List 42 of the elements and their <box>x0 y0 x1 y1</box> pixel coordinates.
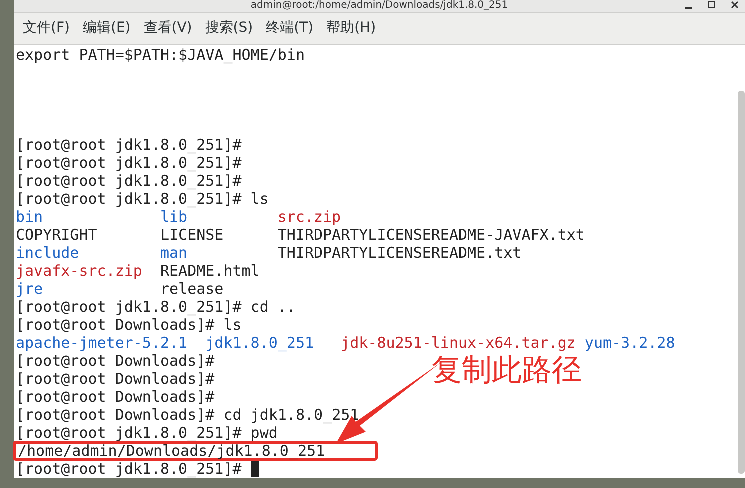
terminal-text: [root@root jdk1.8.0_251]# <box>16 460 242 478</box>
terminal-text: [root@root Downloads]# <box>16 370 215 388</box>
terminal-text: yum-3.2.28 <box>584 334 676 352</box>
terminal-text: COPYRIGHT <box>16 226 98 244</box>
terminal-text: [root@root jdk1.8.0_251]# pwd <box>16 424 278 442</box>
menu-item[interactable]: 帮助(H) <box>326 18 378 39</box>
terminal-text: [root@root jdk1.8.0_251]# <box>16 136 242 154</box>
terminal-text: [root@root jdk1.8.0_251]# <box>16 154 242 172</box>
terminal-text: [root@root Downloads]# cd jdk1.8.0_251 <box>16 406 360 424</box>
terminal-text: THIRDPARTYLICENSEREADME.txt <box>278 244 522 262</box>
maximize-icon[interactable] <box>708 1 715 8</box>
terminal-text: javafx-src.zip <box>16 262 144 280</box>
menu-item[interactable]: 搜索(S) <box>204 18 254 39</box>
terminal-text: bin <box>16 208 44 226</box>
terminal-text: jdk1.8.0_251 <box>206 334 316 352</box>
menu-item[interactable]: 编辑(E) <box>82 18 132 39</box>
terminal-text: jdk-8u251-linux-x64.tar.gz <box>341 334 577 352</box>
terminal-text: lib <box>160 208 189 226</box>
terminal-text: [root@root Downloads]# <box>16 352 215 370</box>
scrollbar[interactable] <box>738 91 745 474</box>
terminal-text: export PATH=$PATH:$JAVA_HOME/bin <box>16 46 305 64</box>
terminal-text: apache-jmeter-5.2.1 <box>16 334 189 352</box>
terminal-text: [root@root jdk1.8.0_251]# cd .. <box>16 298 296 316</box>
terminal-text: release <box>160 280 225 298</box>
terminal-text: /home/admin/Downloads/jdk1.8.0_251 <box>18 442 326 460</box>
terminal-text: [root@root Downloads]# ls <box>16 316 242 334</box>
terminal-text: LICENSE <box>160 226 225 244</box>
terminal-text: jre <box>16 280 44 298</box>
terminal-text: THIRDPARTYLICENSEREADME-JAVAFX.txt <box>278 226 585 244</box>
menu-item[interactable]: 终端(T) <box>265 18 315 39</box>
terminal-text: [root@root Downloads]# <box>16 388 215 406</box>
terminal-text: [root@root jdk1.8.0_251]# <box>16 172 242 190</box>
terminal-text: include <box>16 244 80 262</box>
annotation-label: 复制此路径 <box>432 355 582 387</box>
menu-item[interactable]: 文件(F) <box>22 18 71 39</box>
terminal-text: man <box>160 244 189 262</box>
terminal-text: [root@root jdk1.8.0_251]# ls <box>16 190 269 208</box>
terminal-text: src.zip <box>278 208 342 226</box>
terminal-text: README.html <box>160 262 261 280</box>
menu-item[interactable]: 查看(V) <box>142 18 194 39</box>
window-title: admin@root:/home/admin/Downloads/jdk1.8.0_251 <box>250 0 508 11</box>
close-icon[interactable] <box>731 1 739 9</box>
